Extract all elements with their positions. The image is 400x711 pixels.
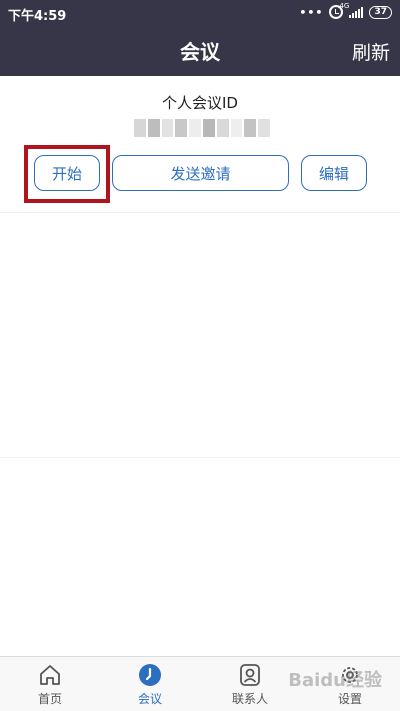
start-button[interactable]: 开始 <box>34 155 100 191</box>
send-invite-button[interactable]: 发送邀请 <box>112 155 289 191</box>
more-dots-icon: ••• <box>299 5 324 19</box>
tab-meetings[interactable]: 会议 <box>100 657 200 711</box>
status-bar: 下午4:59 ••• 4G 37 <box>0 0 400 28</box>
divider <box>0 457 400 458</box>
battery-icon: 37 <box>369 5 392 19</box>
watermark: Baidu经验 <box>288 670 382 691</box>
contact-icon <box>240 664 260 686</box>
top-bar: 下午4:59 ••• 4G 37 会议 刷新 <box>0 0 400 76</box>
page-title: 会议 <box>180 40 220 64</box>
tab-label: 首页 <box>37 692 62 706</box>
home-icon <box>40 665 60 685</box>
meeting-id-blurred <box>134 119 270 137</box>
tab-contacts[interactable]: 联系人 <box>200 657 300 711</box>
refresh-button[interactable]: 刷新 <box>352 38 390 65</box>
tab-label: 设置 <box>337 692 362 706</box>
status-icons: ••• 4G 37 <box>299 2 392 19</box>
tab-label: 联系人 <box>231 692 268 706</box>
personal-meeting-id-label: 个人会议ID <box>162 94 238 112</box>
signal-icon: 4G <box>339 2 364 18</box>
edit-button[interactable]: 编辑 <box>301 155 367 191</box>
tab-home[interactable]: 首页 <box>0 657 100 711</box>
network-type: 4G <box>339 2 350 10</box>
status-time: 下午4:59 <box>8 9 67 24</box>
clock-icon <box>139 664 161 686</box>
tab-label: 会议 <box>137 692 162 706</box>
divider <box>0 212 400 213</box>
